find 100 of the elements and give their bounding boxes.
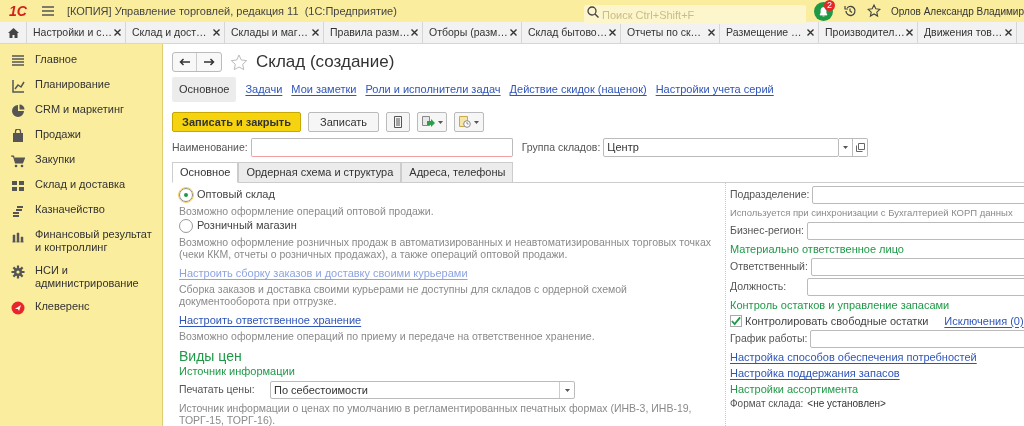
sidebar-item[interactable]: Финансовый результат и контроллинг [0,223,162,259]
search-icon [587,5,600,18]
form-tab[interactable]: Настройки учета серий [655,81,774,98]
hint-text: Сборка заказов и доставка своими курьерами не доступны для складов с ордерной схемой документооборота при отгрузке. [179,283,628,307]
input-field[interactable] [807,278,1024,296]
sidebar-item[interactable]: Закупки [0,148,162,173]
sidebar-item[interactable]: Клеверенс [0,295,162,320]
list-icon [11,54,25,68]
field-label: График работы: [730,331,809,347]
caret-icon [564,388,570,392]
user-name[interactable]: Орлов Александр Владимир [891,3,1024,19]
field-label: Ответственный: [730,259,809,275]
link[interactable]: Настройка поддержания запасов [730,366,900,380]
app-logo: 1С [9,4,27,18]
home-icon [7,27,19,38]
window-title: [КОПИЯ] Управление торговлей, редакция 11 (1С:Предприятие) [66,3,397,19]
coins-icon [11,204,25,218]
open-button[interactable] [853,138,869,157]
grid-icon [11,179,25,193]
form-tab[interactable]: Задачи [245,81,283,98]
section-subheading: Источник информации [179,365,296,378]
document-arrow-icon [421,116,435,128]
list-button[interactable] [386,112,411,132]
star-icon[interactable] [867,4,882,18]
form-tab[interactable]: Основное [172,77,237,102]
field-label: Наименование: [172,139,249,155]
sidebar-item[interactable]: Планирование [0,73,162,98]
price-select[interactable]: По себестоимости [270,381,575,399]
gear-icon [11,265,25,279]
input-field[interactable] [810,258,1024,276]
notification-badge: 2 [824,0,836,11]
sidebar-item[interactable]: НСИ и администрирование [0,259,162,295]
caret-icon [474,120,480,124]
field-label: Должность: [730,279,788,295]
link[interactable]: Настроить ответственное хранение [179,313,362,327]
form-tab[interactable]: Мои заметки [291,81,357,98]
close-icon[interactable] [807,29,814,36]
link[interactable]: Настройка способов обеспечения потребностей [730,350,977,364]
form-tab[interactable]: Роли и исполнители задач [365,81,501,98]
input-field[interactable] [812,186,1024,204]
section-subheading: Материально ответственное лицо [730,242,905,256]
hint-text: Возможно оформление операций по приему и передаче на ответственное хранение. [179,330,596,342]
hint-text: Возможно оформление операций оптовой продажи. [179,205,435,217]
create-based-on-button[interactable] [417,112,448,132]
caret-icon [843,146,849,149]
pie-chart-icon [11,104,25,118]
menu-icon[interactable] [40,5,55,17]
form-tab[interactable]: Ордерная схема и структура [238,162,402,183]
checkbox[interactable] [730,315,742,327]
checkbox-label: Контролировать свободные остатки [745,313,929,329]
field-label: Бизнес-регион: [730,223,805,239]
sidebar-item[interactable]: Склад и доставка [0,173,162,198]
dropdown-button[interactable] [839,138,854,157]
field-label: Печатать цены: [179,382,256,398]
search-field[interactable]: Поиск Ctrl+Shift+F [584,5,807,24]
form-title: Склад (создание) [256,51,395,74]
form-tab[interactable]: Действие скидок (наценок) [509,81,647,98]
close-icon[interactable] [312,29,319,36]
close-icon[interactable] [906,29,913,36]
sidebar-item[interactable]: Главное [0,48,162,73]
hint-text: Возможно оформление розничных продаж в автоматизированных и неавтоматизированных торговых точках (чеки ККМ, отчеты о розничных продажах), а также операций оптовой продажи. [179,236,712,260]
sidebar-item[interactable]: Казначейство [0,198,162,223]
checkmark-icon [731,316,741,326]
field-label: Подразделение: [730,187,811,203]
close-icon[interactable] [708,29,715,36]
link[interactable]: Исключения (0) [944,312,1024,330]
document-icon [394,116,403,128]
field-label: Группа складов: [521,139,602,155]
cart-icon [11,154,25,168]
input-field[interactable] [807,222,1024,240]
history-icon[interactable] [843,4,858,18]
star-icon[interactable] [230,53,248,71]
close-icon[interactable] [510,29,517,36]
section-subheading: Настройки ассортимента [730,382,860,396]
close-icon[interactable] [213,29,220,36]
arrow-right-icon [203,58,215,66]
input-field[interactable] [810,330,1024,348]
close-icon[interactable] [1005,29,1012,36]
save-button[interactable]: Записать [308,112,380,132]
group-field[interactable]: Центр [603,138,840,157]
arrow-left-icon [179,58,190,66]
section-subheading: Контроль остатков и управление запасами [730,298,951,312]
close-icon[interactable] [411,29,418,36]
caret-icon [437,120,443,124]
radio-label: Оптовый склад [197,187,275,203]
close-icon[interactable] [609,29,616,36]
chart-icon [11,79,25,93]
name-input[interactable] [250,138,513,157]
field-label: Формат склада: [730,398,804,409]
field-value: <не установлен> [807,398,886,409]
form-tab[interactable]: Адреса, телефоны [401,162,514,183]
sidebar-item[interactable]: Продажи [0,123,162,148]
report-icon [459,116,472,128]
form-tab[interactable]: Основное [172,162,239,183]
bar-chart-icon [11,229,25,243]
sidebar-item[interactable]: CRM и маркетинг [0,98,162,123]
hint-text: Источник информации о ценах по умолчанию в регламентированных печатных формах (ИНВ-3, ИНВ-19, ТОРГ-15, ТОРГ-16). [179,402,693,426]
bag-icon [11,129,25,143]
close-icon[interactable] [114,29,121,36]
save-and-close-button[interactable]: Записать и закрыть [172,112,302,132]
